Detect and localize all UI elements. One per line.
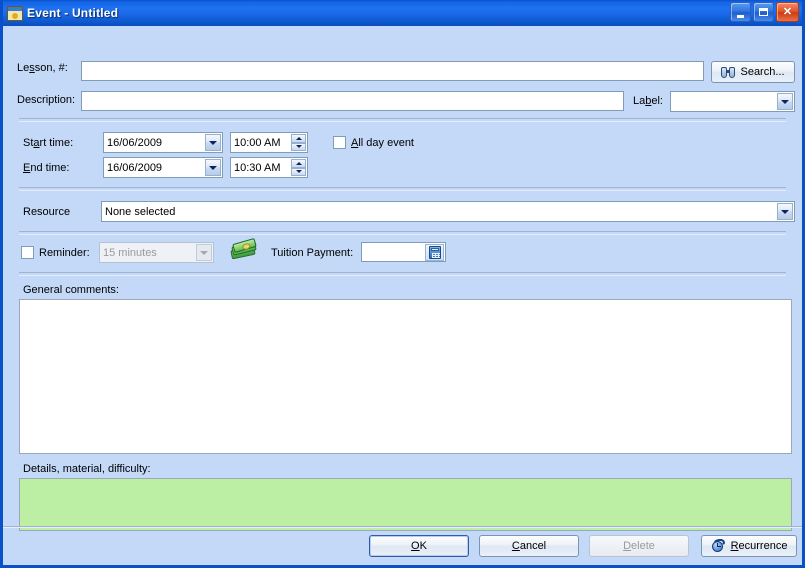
close-button[interactable]: ✕: [776, 2, 799, 22]
tuition-payment-input[interactable]: [362, 243, 422, 261]
label-field-label: Label:: [633, 95, 663, 107]
event-dialog-window: Event - Untitled ✕ Lesson, #: Search... …: [0, 0, 805, 568]
details-textarea[interactable]: [19, 478, 792, 531]
tuition-payment-field[interactable]: [361, 242, 446, 262]
tuition-payment-label: Tuition Payment:: [271, 247, 354, 259]
minimize-button[interactable]: [730, 2, 751, 22]
end-time-spinner[interactable]: 10:30 AM: [230, 157, 308, 178]
reminder-checkbox[interactable]: Reminder:: [21, 246, 90, 259]
money-icon: [230, 238, 257, 261]
lesson-row: Lesson, #:: [17, 62, 81, 74]
general-comments-label: General comments:: [23, 284, 119, 296]
start-time-spin-buttons[interactable]: [291, 134, 306, 151]
window-controls: ✕: [730, 2, 799, 22]
ok-button-label: OK: [411, 540, 427, 552]
cancel-button-label: Cancel: [511, 540, 547, 552]
reminder-label: Reminder:: [39, 246, 90, 259]
description-row: Description:: [17, 94, 81, 106]
footer-bar: OK Cancel Delete Recurrence: [3, 526, 802, 565]
reminder-interval-value: 15 minutes: [103, 246, 157, 259]
details-label: Details, material, difficulty:: [23, 463, 151, 475]
spin-down-icon[interactable]: [291, 142, 306, 151]
window-title: Event - Untitled: [27, 6, 119, 20]
description-input[interactable]: [81, 91, 624, 111]
delete-button: Delete: [589, 535, 689, 557]
spin-down-icon[interactable]: [291, 167, 306, 176]
reminder-interval-combobox: 15 minutes: [99, 242, 214, 263]
delete-button-label: Delete: [623, 540, 655, 552]
chevron-down-icon[interactable]: [205, 159, 221, 176]
resource-value: None selected: [105, 205, 176, 218]
end-date-combobox[interactable]: 16/06/2009: [103, 157, 223, 178]
lesson-label: Lesson, #:: [17, 62, 68, 74]
calculator-icon: [428, 246, 441, 259]
checkbox-box[interactable]: [333, 136, 346, 149]
recurrence-button-label: Recurrence: [730, 540, 788, 552]
calculator-button[interactable]: [425, 244, 444, 261]
end-date-value: 16/06/2009: [107, 161, 163, 174]
start-date-value: 16/06/2009: [107, 136, 163, 149]
restore-button[interactable]: [753, 2, 774, 22]
chevron-down-icon[interactable]: [205, 134, 221, 151]
end-time-value: 10:30 AM: [234, 161, 281, 174]
start-date-combobox[interactable]: 16/06/2009: [103, 132, 223, 153]
start-time-spinner[interactable]: 10:00 AM: [230, 132, 308, 153]
spin-up-icon[interactable]: [291, 134, 306, 143]
spin-up-icon[interactable]: [291, 159, 306, 168]
event-window-icon: [7, 5, 23, 21]
checkbox-box[interactable]: [21, 246, 34, 259]
restore-icon: [754, 3, 773, 21]
close-icon: ✕: [782, 5, 793, 18]
resource-label: Resource: [23, 206, 71, 218]
all-day-event-checkbox[interactable]: All day event: [333, 136, 414, 149]
end-time-spin-buttons[interactable]: [291, 159, 306, 176]
title-bar: Event - Untitled ✕: [3, 0, 802, 26]
ok-button[interactable]: OK: [369, 535, 469, 557]
general-comments-textarea[interactable]: [19, 299, 792, 454]
all-day-event-label: All day event: [351, 136, 414, 149]
separator-resource: [19, 231, 786, 235]
separator-top: [19, 118, 786, 122]
separator-times: [19, 187, 786, 191]
dialog-client-area: Lesson, #: Search... Description: Label:…: [3, 26, 802, 565]
search-button[interactable]: Search...: [711, 61, 795, 83]
chevron-down-icon[interactable]: [777, 93, 793, 110]
cancel-button[interactable]: Cancel: [479, 535, 579, 557]
minimize-icon: [731, 3, 750, 21]
binoculars-icon: [721, 66, 736, 78]
end-time-label: End time:: [23, 162, 70, 174]
separator-reminder: [19, 272, 786, 276]
resource-combobox[interactable]: None selected: [101, 201, 795, 222]
start-time-label: Start time:: [23, 137, 74, 149]
chevron-down-icon: [196, 244, 212, 261]
search-button-label: Search...: [740, 66, 785, 78]
description-label: Description:: [17, 94, 76, 106]
lesson-input[interactable]: [81, 61, 704, 81]
recurrence-button[interactable]: Recurrence: [701, 535, 797, 557]
start-time-value: 10:00 AM: [234, 136, 281, 149]
label-combobox[interactable]: [670, 91, 795, 112]
chevron-down-icon[interactable]: [777, 203, 793, 220]
clock-recurrence-icon: [711, 537, 726, 554]
